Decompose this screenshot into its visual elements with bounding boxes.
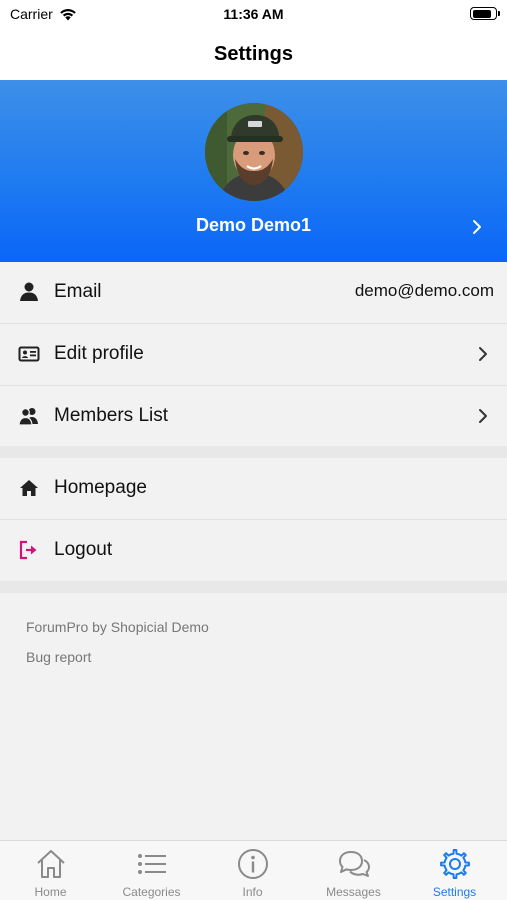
email-label: Email bbox=[54, 281, 102, 302]
tab-label: Home bbox=[34, 885, 67, 899]
tab-label: Messages bbox=[326, 885, 381, 899]
logout-icon bbox=[19, 540, 37, 560]
tab-info[interactable]: Info bbox=[202, 841, 303, 900]
tab-label: Info bbox=[242, 885, 263, 899]
section-divider bbox=[0, 581, 507, 593]
gear-icon bbox=[439, 849, 470, 879]
navigation-bar: Settings bbox=[0, 28, 507, 80]
members-list-row[interactable]: Members List bbox=[0, 386, 507, 448]
profile-name: Demo Demo1 bbox=[195, 215, 312, 235]
email-row: Email demo@demo.com bbox=[0, 262, 507, 324]
status-bar: Carrier 11:36 AM bbox=[0, 0, 507, 28]
homepage-label: Homepage bbox=[54, 477, 147, 498]
avatar-photo bbox=[205, 103, 303, 201]
home-icon bbox=[20, 480, 38, 496]
list-icon bbox=[137, 854, 166, 874]
app-credit: ForumPro by Shopicial Demo bbox=[26, 619, 209, 635]
tab-categories[interactable]: Categories bbox=[101, 841, 202, 900]
avatar bbox=[205, 103, 303, 201]
members-list-label: Members List bbox=[54, 405, 169, 426]
tab-bar: Home Categories Info Messages Settings bbox=[0, 840, 507, 900]
tab-messages[interactable]: Messages bbox=[303, 841, 404, 900]
members-icon bbox=[18, 408, 38, 426]
messages-icon bbox=[338, 851, 370, 877]
logout-label: Logout bbox=[54, 539, 113, 560]
tab-settings[interactable]: Settings bbox=[404, 841, 505, 900]
logout-row[interactable]: Logout bbox=[0, 520, 507, 582]
id-card-icon bbox=[18, 346, 40, 362]
home-icon bbox=[36, 850, 65, 878]
edit-profile-row[interactable]: Edit profile bbox=[0, 324, 507, 386]
status-time: 11:36 AM bbox=[223, 6, 284, 22]
chevron-right-icon bbox=[479, 347, 487, 361]
info-icon bbox=[237, 849, 268, 879]
edit-profile-label: Edit profile bbox=[54, 343, 144, 364]
user-icon bbox=[20, 282, 38, 301]
tab-home[interactable]: Home bbox=[0, 841, 101, 900]
battery-icon bbox=[470, 7, 500, 20]
chevron-right-icon bbox=[473, 220, 481, 234]
profile-header[interactable]: Demo Demo1 bbox=[0, 80, 507, 262]
homepage-row[interactable]: Homepage bbox=[0, 458, 507, 520]
tab-label: Categories bbox=[122, 885, 181, 899]
section-divider bbox=[0, 446, 507, 458]
email-value: demo@demo.com bbox=[354, 281, 494, 300]
page-title: Settings bbox=[214, 42, 293, 65]
chevron-right-icon bbox=[479, 409, 487, 423]
bug-report-link[interactable]: Bug report bbox=[26, 649, 91, 665]
battery-level bbox=[472, 9, 491, 18]
tab-label: Settings bbox=[432, 885, 477, 899]
